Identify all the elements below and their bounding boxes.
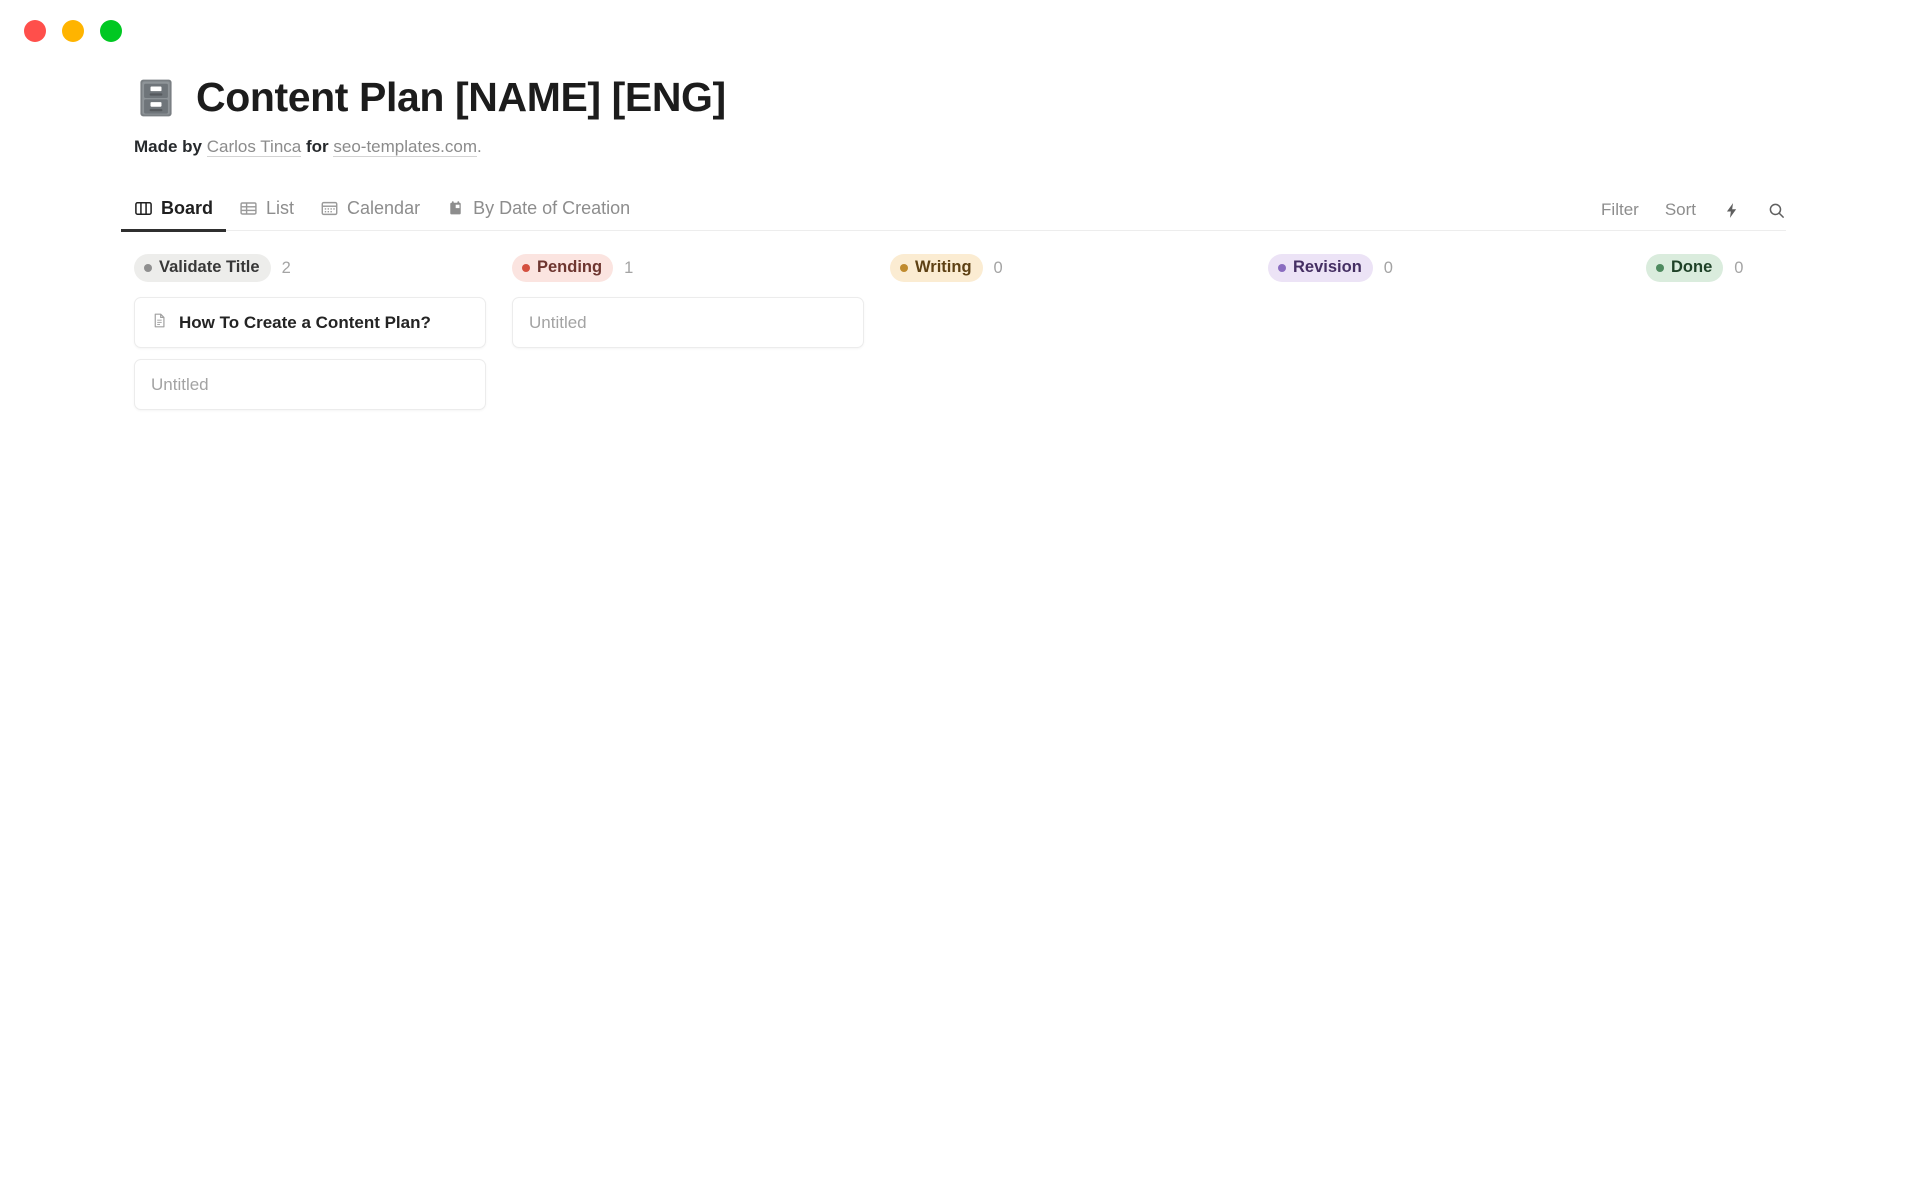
board-column-done: Done 0 — [1646, 253, 1920, 297]
column-count: 0 — [1383, 258, 1393, 277]
lightning-icon[interactable] — [1722, 201, 1741, 220]
tab-calendar[interactable]: Calendar — [307, 187, 433, 230]
maximize-window-button[interactable] — [100, 20, 122, 42]
byline-author-link[interactable]: Carlos Tinca — [206, 137, 302, 157]
tab-list[interactable]: List — [226, 187, 307, 230]
column-count: 1 — [624, 258, 634, 277]
title-row: Content Plan [NAME] [ENG] — [134, 74, 1786, 121]
status-badge: Revision — [1268, 254, 1373, 282]
window-title-bar — [0, 0, 1920, 62]
column-header[interactable]: Writing 0 — [890, 253, 1242, 283]
status-dot-icon — [900, 263, 908, 272]
status-dot-icon — [522, 263, 530, 272]
status-dot-icon — [144, 263, 152, 272]
list-icon — [239, 199, 258, 218]
byline-made-by: Made by — [134, 137, 203, 156]
column-title: Pending — [537, 258, 603, 277]
column-title: Revision — [1293, 258, 1362, 277]
status-badge: Done — [1646, 254, 1724, 282]
page-body: Content Plan [NAME] [ENG] Made by Carlos… — [0, 74, 1920, 421]
board-card[interactable]: Untitled — [134, 359, 486, 410]
column-title: Validate Title — [159, 258, 260, 277]
tab-list-label: List — [266, 198, 295, 218]
column-count: 2 — [281, 258, 291, 277]
column-title: Done — [1671, 258, 1713, 277]
board-column-pending: Pending 1 Untitled — [512, 253, 864, 359]
view-tabs: Board List Calendar By Date of Creation — [121, 187, 643, 232]
board-card[interactable]: Untitled — [512, 297, 864, 348]
tab-calendar-label: Calendar — [347, 198, 421, 218]
column-title: Writing — [915, 258, 972, 277]
minimize-window-button[interactable] — [62, 20, 84, 42]
document-icon — [151, 312, 168, 334]
byline-site-link[interactable]: seo-templates.com — [333, 137, 478, 157]
tab-board[interactable]: Board — [121, 187, 227, 232]
view-actions: Filter Sort — [1601, 200, 1786, 230]
page-title: Content Plan [NAME] [ENG] — [196, 74, 726, 120]
tab-by-date-of-creation[interactable]: By Date of Creation — [433, 187, 643, 230]
column-count: 0 — [993, 258, 1003, 277]
column-header[interactable]: Revision 0 — [1268, 253, 1620, 283]
card-title: Untitled — [151, 374, 209, 394]
calendar-icon — [320, 199, 339, 218]
status-dot-icon — [1278, 263, 1286, 272]
search-icon[interactable] — [1767, 201, 1786, 220]
status-badge: Validate Title — [134, 254, 271, 282]
kanban-board: Validate Title 2 How To Create a Content… — [0, 253, 1920, 421]
page-header: Content Plan [NAME] [ENG] Made by Carlos… — [0, 74, 1920, 157]
date-icon — [446, 199, 465, 218]
column-header[interactable]: Done 0 — [1646, 253, 1920, 283]
tab-board-label: Board — [161, 198, 214, 218]
byline-for: for — [305, 137, 329, 156]
filter-button[interactable]: Filter — [1601, 200, 1639, 220]
view-tab-bar: Board List Calendar By Date of Creation … — [121, 187, 1786, 232]
board-icon — [134, 199, 153, 218]
status-badge: Writing — [890, 254, 983, 282]
status-badge: Pending — [512, 254, 614, 282]
tab-by-date-of-creation-label: By Date of Creation — [473, 198, 631, 218]
close-window-button[interactable] — [24, 20, 46, 42]
byline-period: . — [477, 137, 482, 156]
board-column-validate-title: Validate Title 2 How To Create a Content… — [134, 253, 486, 421]
column-count: 0 — [1734, 258, 1744, 277]
byline: Made by Carlos Tinca for seo-templates.c… — [134, 137, 1786, 157]
column-header[interactable]: Validate Title 2 — [134, 253, 486, 283]
card-title: How To Create a Content Plan? — [179, 312, 431, 332]
file-cabinet-icon — [140, 79, 172, 116]
column-header[interactable]: Pending 1 — [512, 253, 864, 283]
sort-button[interactable]: Sort — [1665, 200, 1696, 220]
card-title: Untitled — [529, 312, 587, 332]
board-column-writing: Writing 0 — [890, 253, 1242, 297]
board-card[interactable]: How To Create a Content Plan? — [134, 297, 486, 348]
status-dot-icon — [1656, 263, 1664, 272]
board-column-revision: Revision 0 — [1268, 253, 1620, 297]
